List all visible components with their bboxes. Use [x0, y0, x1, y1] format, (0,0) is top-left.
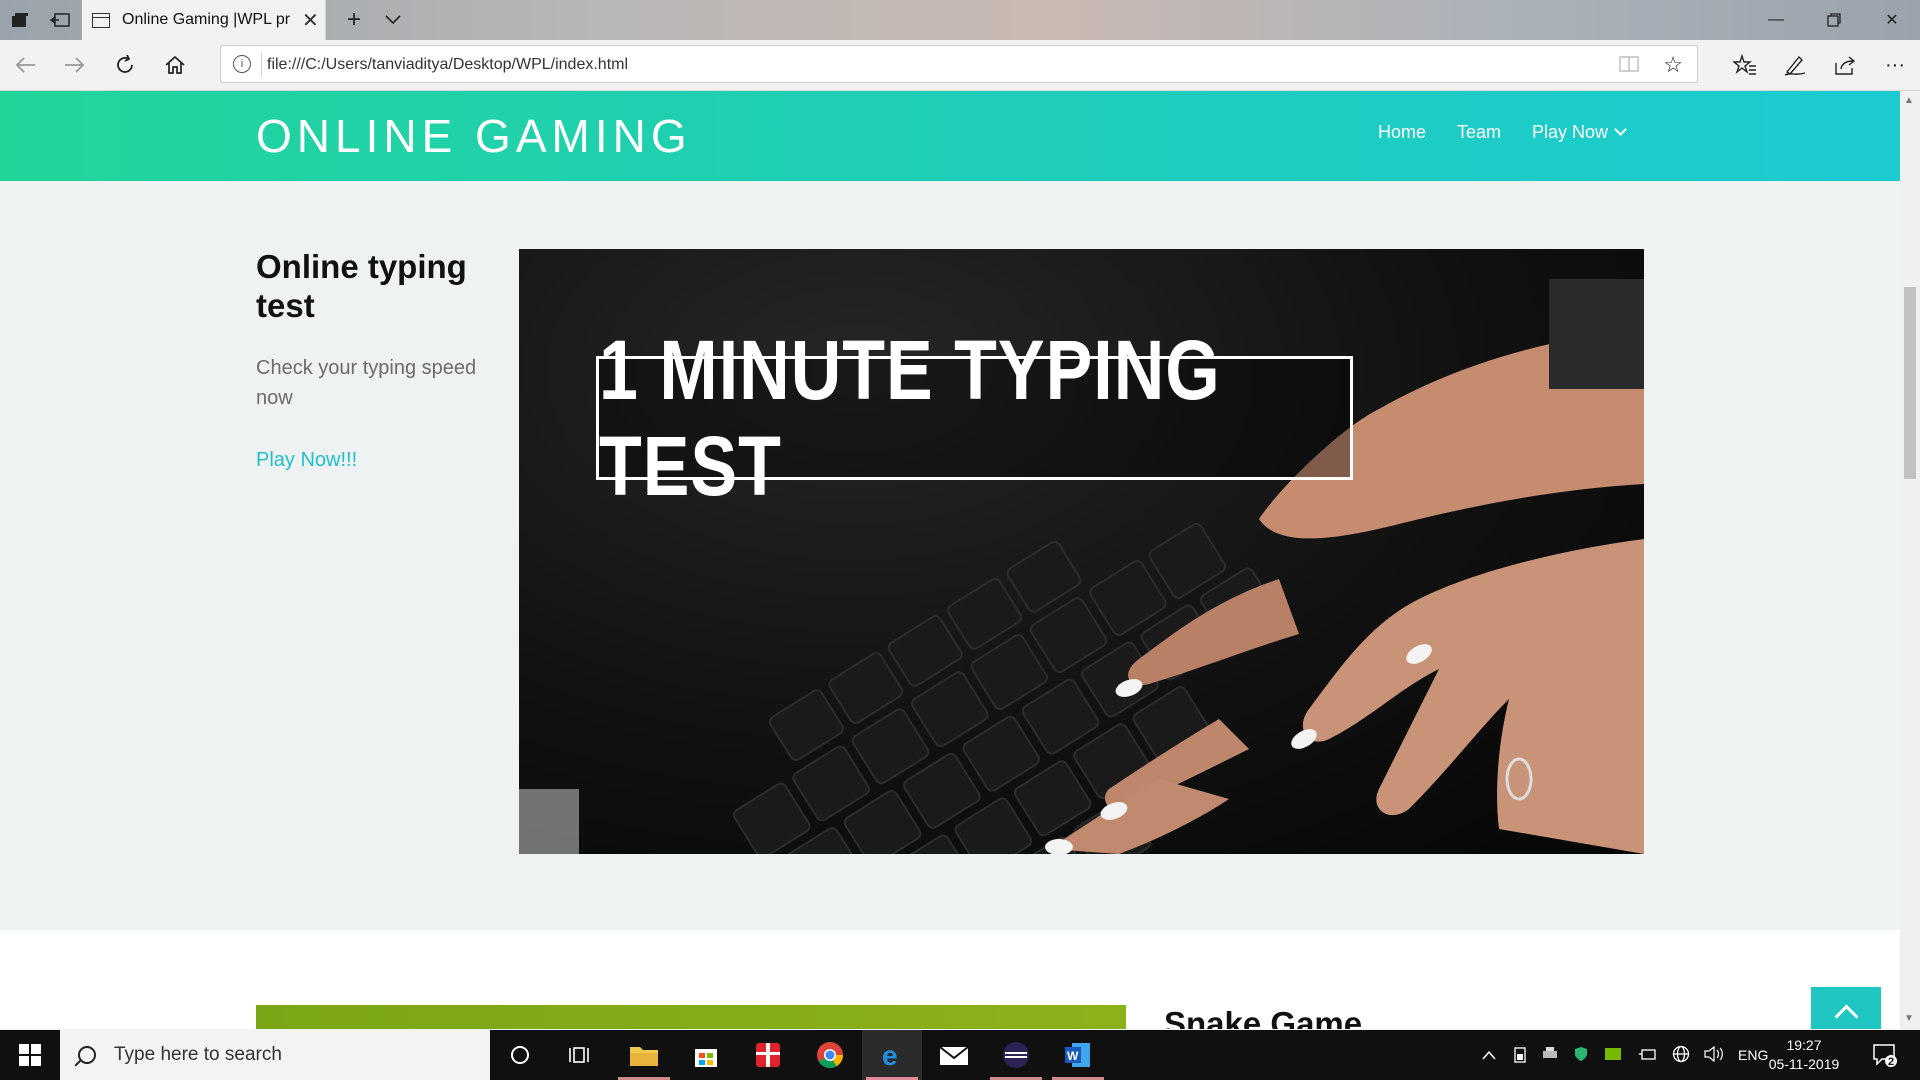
- eclipse-icon[interactable]: [986, 1030, 1046, 1080]
- gift-icon[interactable]: [738, 1030, 798, 1080]
- page-scrollbar[interactable]: ▲ ▼: [1900, 91, 1920, 1029]
- search-placeholder: Type here to search: [114, 1044, 282, 1065]
- search-icon: [78, 1046, 96, 1064]
- page-icon: [92, 12, 110, 28]
- hero-play-link[interactable]: Play Now!!!: [256, 449, 357, 472]
- nvidia-icon[interactable]: [1604, 1047, 1622, 1064]
- tab-title: Online Gaming |WPL pr: [122, 11, 291, 28]
- site-logo[interactable]: ONLINE GAMING: [256, 109, 692, 163]
- chevron-down-icon: [1614, 123, 1627, 136]
- mail-icon[interactable]: [924, 1030, 984, 1080]
- nav-team[interactable]: Team: [1457, 122, 1501, 143]
- store-icon[interactable]: [676, 1030, 736, 1080]
- close-tab-icon[interactable]: ✕: [302, 8, 319, 33]
- favorites-icon[interactable]: [1730, 50, 1760, 80]
- word-icon[interactable]: W: [1048, 1030, 1108, 1080]
- security-shield-icon[interactable]: [1574, 1046, 1588, 1065]
- scroll-thumb[interactable]: [1904, 287, 1916, 479]
- minimize-button[interactable]: —: [1748, 0, 1804, 40]
- svg-text:e: e: [882, 1041, 898, 1069]
- back-to-top-button[interactable]: [1811, 987, 1881, 1029]
- refresh-icon[interactable]: [110, 50, 140, 80]
- home-icon[interactable]: [160, 50, 190, 80]
- typing-test-image[interactable]: 1 MINUTE TYPING TEST: [519, 249, 1644, 854]
- nav-play-now-label: Play Now: [1532, 122, 1609, 142]
- close-window-button[interactable]: ✕: [1864, 0, 1920, 40]
- browser-toolbar: i file:///C:/Users/tanviaditya/Desktop/W…: [0, 40, 1920, 91]
- file-explorer-icon[interactable]: [614, 1030, 674, 1080]
- tab-active[interactable]: Online Gaming |WPL pr ✕: [82, 0, 326, 40]
- task-view-icon[interactable]: [550, 1030, 610, 1080]
- info-icon[interactable]: i: [233, 55, 251, 73]
- address-separator: [261, 53, 262, 77]
- power-plug-icon[interactable]: [1638, 1047, 1656, 1064]
- page-viewport: ONLINE GAMING Home Team Play Now Online …: [0, 91, 1900, 1029]
- snake-game-title: Snake Game: [1164, 1005, 1363, 1029]
- restore-button[interactable]: [1806, 0, 1862, 40]
- taskbar-clock[interactable]: 19:27 05-11-2019: [1762, 1036, 1846, 1074]
- hero-title: Online typing test: [256, 248, 467, 324]
- cortana-icon[interactable]: [490, 1030, 550, 1080]
- scroll-up-icon[interactable]: ▲: [1904, 95, 1914, 106]
- more-icon[interactable]: ···: [1880, 50, 1910, 80]
- clock-time: 19:27: [1786, 1037, 1822, 1053]
- svg-text:W: W: [1067, 1049, 1079, 1063]
- forward-icon[interactable]: [60, 50, 90, 80]
- favorite-star-icon[interactable]: ☆: [1663, 52, 1683, 78]
- edge-icon[interactable]: e: [862, 1030, 922, 1080]
- network-globe-icon[interactable]: [1672, 1045, 1690, 1066]
- nav-home[interactable]: Home: [1378, 122, 1426, 143]
- restore-tabs-icon[interactable]: [48, 8, 72, 32]
- show-hidden-icons-chevron-icon[interactable]: [1482, 1047, 1496, 1063]
- snake-game-image[interactable]: [256, 1005, 1126, 1029]
- address-bar[interactable]: i file:///C:/Users/tanviaditya/Desktop/W…: [220, 45, 1698, 83]
- new-tab-icon[interactable]: +: [342, 6, 366, 33]
- tabs-aside-icon[interactable]: [8, 8, 32, 32]
- system-tray: ENG: [1482, 1030, 1768, 1080]
- tab-preview-chevron-icon[interactable]: [381, 8, 405, 32]
- volume-icon[interactable]: [1704, 1045, 1724, 1065]
- taskbar-search[interactable]: Type here to search: [60, 1030, 490, 1080]
- back-icon[interactable]: [10, 50, 40, 80]
- pen-icon[interactable]: [1780, 50, 1810, 80]
- address-url[interactable]: file:///C:/Users/tanviaditya/Desktop/WPL…: [267, 56, 628, 74]
- windows-taskbar: Type here to search e W ENG 19:27 05-11-…: [0, 1030, 1920, 1080]
- hero-subtitle: Check your typing speed now: [256, 357, 477, 409]
- windows-icon[interactable]: [0, 1030, 60, 1080]
- scroll-down-icon[interactable]: ▼: [1904, 1013, 1914, 1024]
- nav-play-now[interactable]: Play Now: [1532, 122, 1627, 143]
- browser-title-bar: Online Gaming |WPL pr ✕ + — ✕: [0, 0, 1920, 40]
- printer-icon[interactable]: [1542, 1046, 1558, 1065]
- arrow-up-icon: [1833, 1003, 1859, 1029]
- reading-view-icon[interactable]: [1619, 55, 1639, 78]
- image-banner-text: 1 MINUTE TYPING TEST: [599, 323, 1221, 513]
- share-icon[interactable]: [1830, 50, 1860, 80]
- battery-icon[interactable]: [1514, 1045, 1526, 1066]
- notification-count: 2: [1888, 1056, 1895, 1068]
- site-header: ONLINE GAMING Home Team Play Now: [0, 91, 1900, 181]
- chrome-icon[interactable]: [800, 1030, 860, 1080]
- clock-date: 05-11-2019: [1768, 1056, 1840, 1072]
- notification-icon[interactable]: 2: [1860, 1030, 1910, 1080]
- image-banner: 1 MINUTE TYPING TEST: [596, 323, 1353, 513]
